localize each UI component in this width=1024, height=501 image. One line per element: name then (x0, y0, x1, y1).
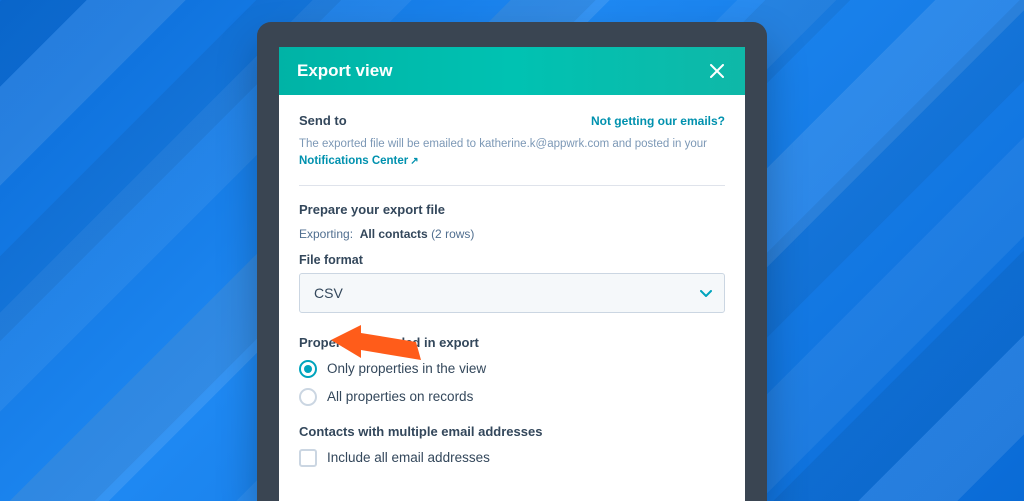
not-getting-emails-link[interactable]: Not getting our emails? (591, 114, 725, 128)
export-view-modal: Export view Send to Not getting our emai… (279, 47, 745, 501)
radio-only-view-properties[interactable]: Only properties in the view (299, 360, 725, 378)
radio-label: All properties on records (327, 389, 473, 404)
modal-header: Export view (279, 47, 745, 95)
divider (299, 185, 725, 186)
checkbox-icon (299, 449, 317, 467)
prepare-export-label: Prepare your export file (299, 202, 725, 217)
radio-icon (299, 388, 317, 406)
modal-title: Export view (297, 61, 392, 81)
modal-body: Send to Not getting our emails? The expo… (279, 95, 745, 501)
export-destination-description: The exported file will be emailed to kat… (299, 136, 725, 171)
desc-text: The exported file will be emailed to kat… (299, 138, 707, 150)
radio-all-properties[interactable]: All properties on records (299, 388, 725, 406)
properties-radio-group: Only properties in the view All properti… (299, 360, 725, 406)
notifications-center-link[interactable]: Notifications Center↗ (299, 155, 419, 167)
close-button[interactable] (707, 61, 727, 81)
send-to-row: Send to Not getting our emails? (299, 113, 725, 128)
app-window: Export view Send to Not getting our emai… (257, 22, 767, 501)
include-all-emails-checkbox[interactable]: Include all email addresses (299, 449, 725, 467)
file-format-value: CSV (314, 285, 343, 301)
close-icon (710, 64, 724, 78)
multiple-emails-label: Contacts with multiple email addresses (299, 424, 725, 439)
radio-icon (299, 360, 317, 378)
file-format-select[interactable]: CSV (299, 273, 725, 313)
send-to-label: Send to (299, 113, 347, 128)
radio-label: Only properties in the view (327, 361, 486, 376)
exporting-summary: Exporting: All contacts (2 rows) (299, 227, 725, 241)
external-link-icon: ↗ (410, 156, 418, 167)
checkbox-label: Include all email addresses (327, 450, 490, 465)
properties-included-label: Properties included in export (299, 335, 725, 350)
file-format-label: File format (299, 253, 725, 267)
chevron-down-icon (700, 285, 712, 301)
